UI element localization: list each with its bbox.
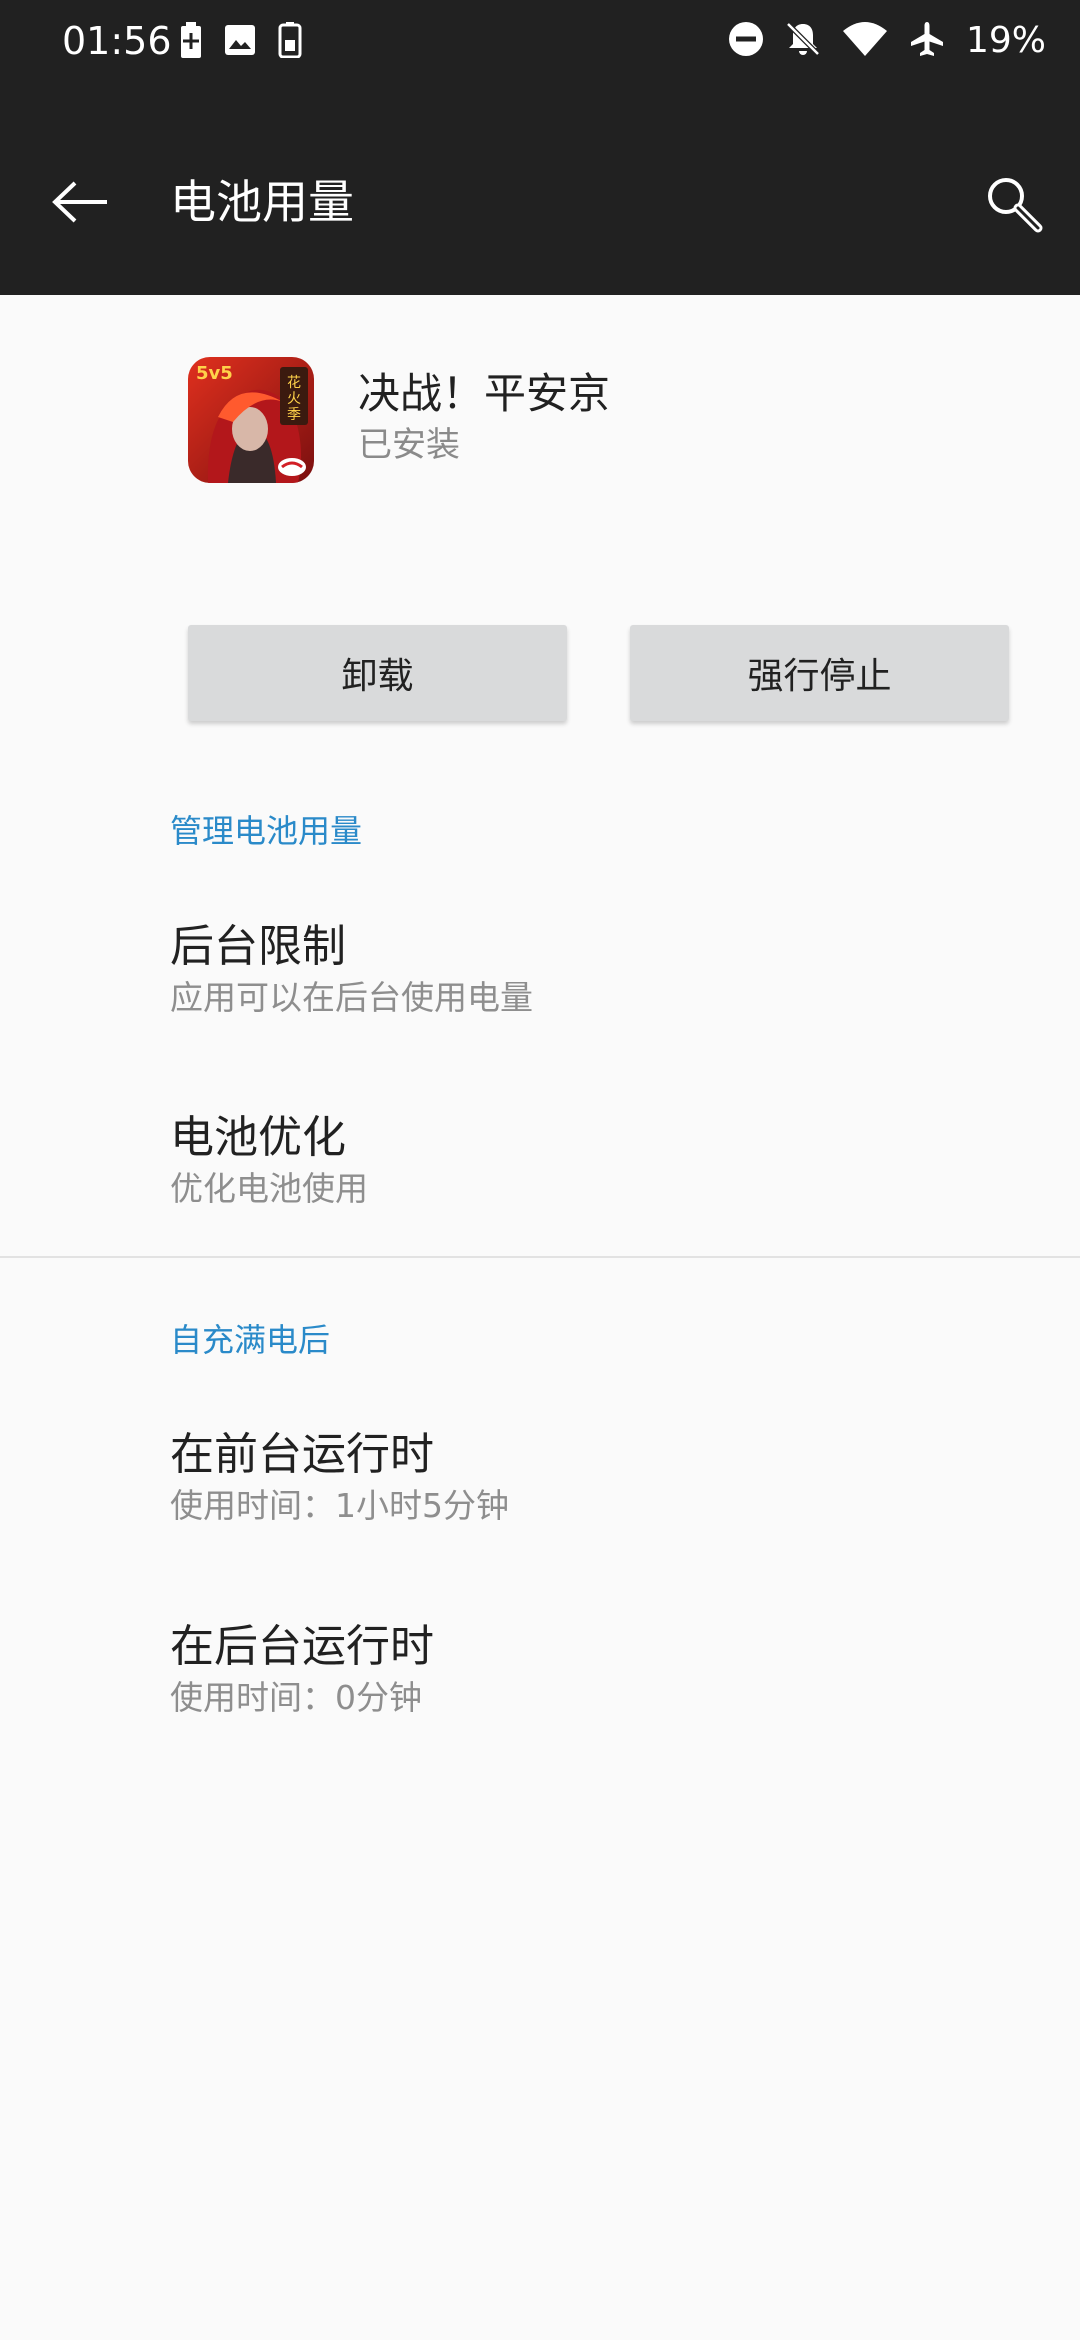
do-not-disturb-icon [728, 21, 764, 61]
page-title: 电池用量 [170, 175, 354, 229]
uninstall-button[interactable]: 卸载 [188, 625, 567, 721]
back-button[interactable] [44, 166, 116, 238]
search-icon [988, 178, 1043, 233]
app-header: 5v5 花 火 季 决战！平安京 已安装 [0, 295, 1080, 575]
status-bar: 01:56 19% [0, 0, 1080, 84]
item-title: 在后台运行时 [170, 1621, 434, 1672]
list-item-foreground-usage[interactable]: 在前台运行时 使用时间：1小时5分钟 [0, 1402, 1080, 1582]
list-item-background-restriction[interactable]: 后台限制 应用可以在后台使用电量 [0, 894, 1080, 1074]
svg-text:花: 花 [287, 375, 301, 391]
notifications-off-icon [784, 20, 822, 62]
app-icon-text-top: 5v5 [196, 363, 233, 384]
svg-text:季: 季 [287, 407, 301, 423]
item-summary: 使用时间：0分钟 [170, 1678, 422, 1717]
status-left-icons [180, 20, 302, 64]
image-icon [224, 24, 256, 60]
battery-percentage: 19% [965, 20, 1046, 61]
search-button[interactable] [974, 164, 1054, 244]
section-header-manage-battery: 管理电池用量 [170, 812, 363, 850]
battery-charging-icon [180, 22, 202, 62]
app-icon: 5v5 花 火 季 [188, 357, 314, 483]
status-right-icons: 19% [728, 18, 1046, 64]
app-install-status: 已安装 [358, 425, 460, 465]
item-title: 后台限制 [170, 921, 346, 972]
wifi-icon [842, 21, 888, 61]
battery-saver-icon [278, 22, 302, 62]
item-summary: 优化电池使用 [170, 1169, 368, 1208]
section-header-since-full-charge: 自充满电后 [170, 1321, 331, 1359]
item-summary: 使用时间：1小时5分钟 [170, 1486, 509, 1525]
arrow-left-icon [52, 181, 107, 223]
item-summary: 应用可以在后台使用电量 [170, 978, 533, 1017]
svg-text:火: 火 [287, 391, 301, 407]
section-divider [0, 1256, 1080, 1258]
list-item-battery-optimization[interactable]: 电池优化 优化电池使用 [0, 1085, 1080, 1265]
toolbar: 电池用量 [0, 84, 1080, 295]
app-name: 决战！平安京 [358, 369, 611, 418]
airplane-icon [908, 20, 946, 62]
force-stop-button[interactable]: 强行停止 [630, 625, 1009, 721]
item-title: 电池优化 [170, 1112, 346, 1163]
item-title: 在前台运行时 [170, 1429, 434, 1480]
status-time: 01:56 [62, 19, 172, 63]
list-item-background-usage[interactable]: 在后台运行时 使用时间：0分钟 [0, 1594, 1080, 1774]
